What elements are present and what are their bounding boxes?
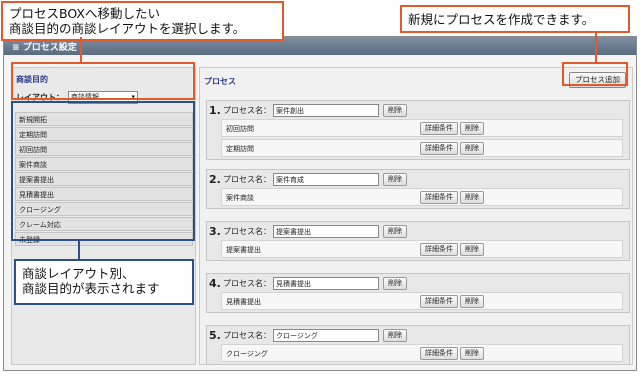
task-buttons: 詳細条件 削除 [420,295,484,308]
delete-process-button[interactable]: 削除 [383,172,407,186]
process-task-row: 案件商談 詳細条件 削除 [221,188,623,206]
process-name-input[interactable]: 案件育成 [273,172,379,186]
process-task-row: 初回訪問 詳細条件 削除 [221,119,623,137]
callout-purpose-list: 商談レイアウト別、 商談目的が表示されます [14,259,194,305]
task-name: 定期訪問 [226,145,254,153]
process-name-input[interactable]: クロージング [273,328,379,342]
delete-process-button[interactable]: 削除 [383,276,407,290]
process-name-input[interactable]: 案件創出 [273,103,379,117]
delete-process-button[interactable]: 削除 [383,103,407,117]
callout-select-layout: プロセスBOXへ移動したい 商談目的の商談レイアウトを選択します。 [1,1,284,41]
menu-icon: ≡ [12,43,23,53]
detail-conditions-button[interactable]: 詳細条件 [420,191,458,204]
process-panel: プロセス プロセス追加 1. プロセス名： 案件創出 削除 初回訪問 詳細条件 削除 定期訪問… [199,67,633,365]
delete-task-button[interactable]: 削除 [460,295,484,308]
process-number: 3. [209,224,221,238]
delete-task-button[interactable]: 削除 [460,122,484,135]
detail-conditions-button[interactable]: 詳細条件 [420,142,458,155]
process-header: 3. プロセス名： 提案書提出 削除 [207,222,629,240]
process-block: 1. プロセス名： 案件創出 削除 初回訪問 詳細条件 削除 定期訪問 詳細条件 削除 [206,100,630,160]
process-name-input[interactable]: 見積書提出 [273,276,379,290]
process-block: 3. プロセス名： 提案書提出 削除 提案書提出 詳細条件 削除 [206,221,630,261]
callout-add-process: 新規にプロセスを作成できます。 [400,5,630,33]
callout-select-layout-line1: プロセスBOXへ移動したい [9,6,160,21]
task-name: 案件商談 [226,194,254,202]
layout-highlight [11,62,195,100]
callout-connector [80,37,82,64]
task-name: 見積書提出 [226,298,261,306]
process-number: 5. [209,328,221,342]
process-header: 1. プロセス名： 案件創出 削除 [207,101,629,119]
callout-purpose-list-line1: 商談レイアウト別、 [22,266,135,281]
process-block: 4. プロセス名： 見積書提出 削除 見積書提出 詳細条件 削除 [206,273,630,313]
callout-purpose-list-line2: 商談目的が表示されます [22,281,160,296]
delete-task-button[interactable]: 削除 [460,347,484,360]
process-task-row: 見積書提出 詳細条件 削除 [221,292,623,310]
delete-process-button[interactable]: 削除 [383,328,407,342]
delete-task-button[interactable]: 削除 [460,243,484,256]
callout-add-process-text: 新規にプロセスを作成できます。 [408,12,595,27]
purpose-list-highlight [11,101,195,241]
process-name-label: プロセス名： [223,226,271,236]
process-name-label: プロセス名： [223,105,271,115]
callout-connector [595,33,597,62]
window-title: プロセス設定 [22,43,77,53]
process-number: 2. [209,172,221,186]
add-button-highlight [562,62,628,86]
detail-conditions-button[interactable]: 詳細条件 [420,347,458,360]
task-buttons: 詳細条件 削除 [420,122,484,135]
process-block: 2. プロセス名： 案件育成 削除 案件商談 詳細条件 削除 [206,169,630,209]
process-header: 4. プロセス名： 見積書提出 削除 [207,274,629,292]
process-task-row: 提案書提出 詳細条件 削除 [221,240,623,258]
process-name-input[interactable]: 提案書提出 [273,224,379,238]
process-task-row: 定期訪問 詳細条件 削除 [221,139,623,157]
process-name-label: プロセス名： [223,174,271,184]
process-header: 2. プロセス名： 案件育成 削除 [207,170,629,188]
process-number: 1. [209,103,221,117]
process-number: 4. [209,276,221,290]
task-name: 提案書提出 [226,246,261,254]
callout-select-layout-line2: 商談目的の商談レイアウトを選択します。 [9,21,246,36]
task-buttons: 詳細条件 削除 [420,347,484,360]
process-block: 5. プロセス名： クロージング 削除 クロージング 詳細条件 削除 [206,325,630,365]
task-name: 初回訪問 [226,125,254,133]
process-task-row: クロージング 詳細条件 削除 [221,344,623,362]
detail-conditions-button[interactable]: 詳細条件 [420,122,458,135]
process-heading: プロセス [204,77,236,86]
detail-conditions-button[interactable]: 詳細条件 [420,295,458,308]
process-name-label: プロセス名： [223,330,271,340]
task-buttons: 詳細条件 削除 [420,243,484,256]
process-header: 5. プロセス名： クロージング 削除 [207,326,629,344]
detail-conditions-button[interactable]: 詳細条件 [420,243,458,256]
delete-process-button[interactable]: 削除 [383,224,407,238]
process-name-label: プロセス名： [223,278,271,288]
delete-task-button[interactable]: 削除 [460,142,484,155]
task-buttons: 詳細条件 削除 [420,191,484,204]
callout-connector [78,241,80,261]
delete-task-button[interactable]: 削除 [460,191,484,204]
task-name: クロージング [226,350,268,358]
task-buttons: 詳細条件 削除 [420,142,484,155]
